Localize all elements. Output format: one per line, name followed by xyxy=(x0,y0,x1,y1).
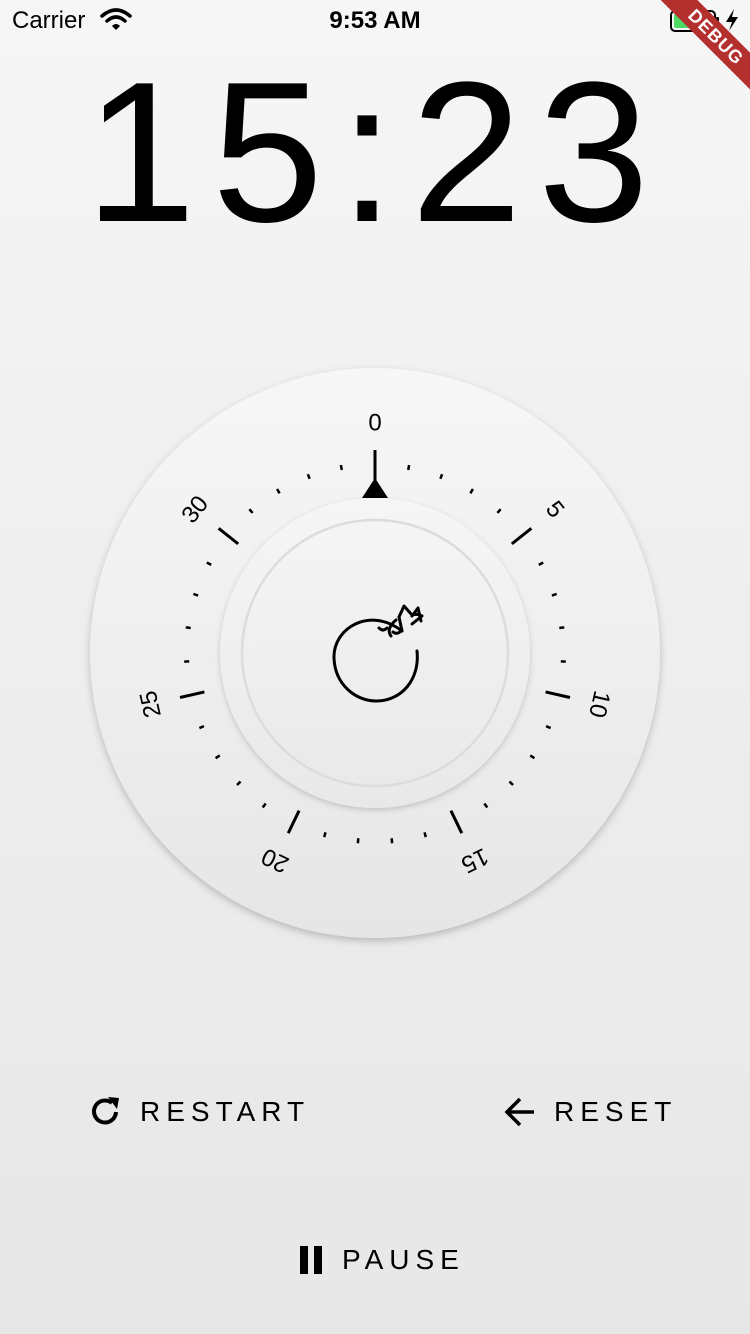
dial-minor-tick xyxy=(322,831,327,838)
dial-minor-tick xyxy=(192,592,199,597)
pause-button[interactable]: PAUSE xyxy=(298,1230,465,1290)
restart-label: RESTART xyxy=(140,1096,311,1127)
pause-icon xyxy=(300,1246,322,1274)
timer-display: 15:23 xyxy=(84,41,666,264)
dial-minor-tick xyxy=(439,473,444,480)
restart-button[interactable]: RESTART xyxy=(88,1082,310,1142)
dial-minor-tick xyxy=(423,831,428,838)
reset-button[interactable]: RESET xyxy=(502,1082,677,1142)
reset-label: RESET xyxy=(554,1096,678,1127)
dial-minor-tick xyxy=(185,626,191,630)
arrow-left-icon xyxy=(504,1097,534,1127)
dial-minor-tick xyxy=(306,473,311,480)
restart-icon xyxy=(92,1097,119,1125)
dial-minor-tick xyxy=(551,592,558,597)
status-bar: Carrier 9:53 AM xyxy=(0,0,750,40)
dial-minor-tick xyxy=(339,464,344,471)
dial-knob[interactable] xyxy=(220,498,530,808)
pause-label: PAUSE xyxy=(342,1244,465,1275)
dial-minor-tick xyxy=(559,626,565,630)
timer-dial[interactable]: 0 5 10 15 20 25 30 xyxy=(60,338,690,968)
dial-minor-tick xyxy=(406,464,411,471)
status-time: 9:53 AM xyxy=(329,7,421,34)
dial-graphic[interactable]: 051015202530 xyxy=(60,338,690,968)
dial-label: 0 xyxy=(368,410,381,437)
